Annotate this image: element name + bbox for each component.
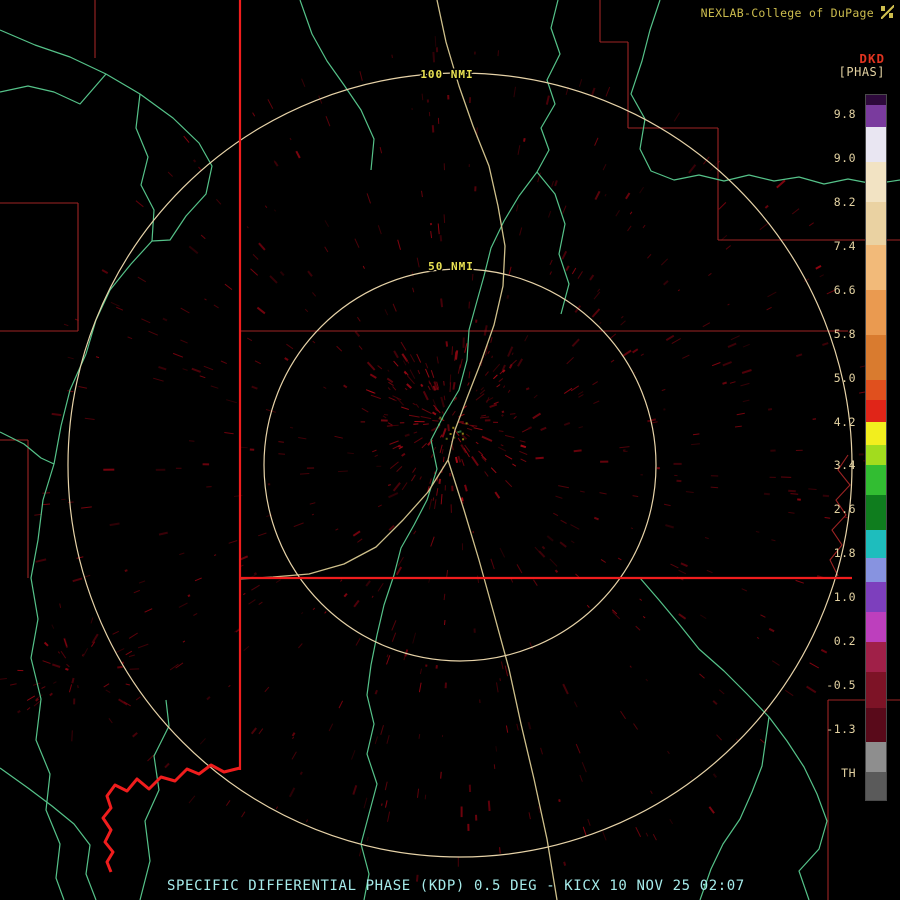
colorbar-tick-label: 2.6 <box>834 502 856 516</box>
roads-layer <box>240 0 557 900</box>
colorbar-segment <box>866 495 886 530</box>
river-line <box>0 74 106 104</box>
range-ring-50-nmi <box>264 269 656 661</box>
units-label: [PHAS] <box>839 65 885 79</box>
colorbar-tick-label: 1.0 <box>834 590 856 604</box>
colorbar-segment <box>866 672 886 708</box>
colorbar-segment <box>866 612 886 642</box>
colorbar-tick-label: 9.0 <box>834 151 856 165</box>
highway-line <box>448 460 557 900</box>
radar-map: 100 NMI 50 NMI <box>0 0 900 900</box>
state-border-line <box>103 765 240 872</box>
colorbar-tick-label: 7.4 <box>834 239 856 253</box>
status-bar-text: SPECIFIC DIFFERENTIAL PHASE (KDP) 0.5 DE… <box>167 878 745 894</box>
colorbar-segment <box>866 400 886 422</box>
range-ring-labels: 100 NMI 50 NMI <box>420 68 474 273</box>
colorbar-segment <box>866 708 886 742</box>
river-line <box>31 354 86 900</box>
colorbar-segment <box>866 742 886 772</box>
colorbar-tick-label: 6.6 <box>834 283 856 297</box>
range-rings-layer <box>68 73 852 857</box>
colorbar <box>865 94 887 801</box>
colorbar-segment <box>866 465 886 495</box>
colorbar-segment <box>866 245 886 290</box>
colorbar-segment <box>866 127 886 162</box>
colorbar-tick-label: 0.2 <box>834 634 856 648</box>
range-ring-label: 50 NMI <box>428 260 474 273</box>
colorbar-segment <box>866 335 886 380</box>
threshold-label: TH <box>841 766 856 780</box>
river-line <box>631 0 900 184</box>
radar-viewer: 100 NMI 50 NMI NEXLAB-College of DuPage D… <box>0 0 900 900</box>
radar-echo-layer <box>0 36 885 882</box>
colorbar-tick-label: 5.8 <box>834 327 856 341</box>
colorbar-segment <box>866 558 886 582</box>
colorbar-tick-label: 4.2 <box>834 415 856 429</box>
colorbar-segment <box>866 380 886 400</box>
cod-logo-icon <box>881 5 894 19</box>
colorbar-tick-label: 9.8 <box>834 107 856 121</box>
colorbar-segment <box>866 642 886 672</box>
river-line <box>0 432 54 464</box>
colorbar-tick-label: 3.4 <box>834 458 856 472</box>
river-line <box>640 578 827 900</box>
colorbar-segment <box>866 772 886 800</box>
colorbar-segment <box>866 422 886 445</box>
colorbar-segment <box>866 95 886 105</box>
colorbar-segment <box>866 582 886 612</box>
colorbar-tick-label: -0.5 <box>826 678 856 692</box>
colorbar-tick-label: 1.8 <box>834 546 856 560</box>
branding-text: NEXLAB-College of DuPage <box>701 6 874 20</box>
colorbar-segment <box>866 445 886 465</box>
river-line <box>140 700 169 900</box>
range-ring-100-nmi <box>68 73 852 857</box>
colorbar-segment <box>866 530 886 558</box>
colorbar-tick-label: 8.2 <box>834 195 856 209</box>
product-code-label: DKD <box>859 51 885 66</box>
river-line <box>0 30 212 354</box>
colorbar-segment <box>866 290 886 335</box>
colorbar-segment <box>866 202 886 245</box>
colorbar-tick-label: 5.0 <box>834 371 856 385</box>
colorbar-segment <box>866 162 886 202</box>
colorbar-tick-label: -1.3 <box>826 722 856 736</box>
range-ring-label: 100 NMI <box>420 68 473 81</box>
colorbar-segment <box>866 105 886 127</box>
river-line <box>136 94 154 241</box>
